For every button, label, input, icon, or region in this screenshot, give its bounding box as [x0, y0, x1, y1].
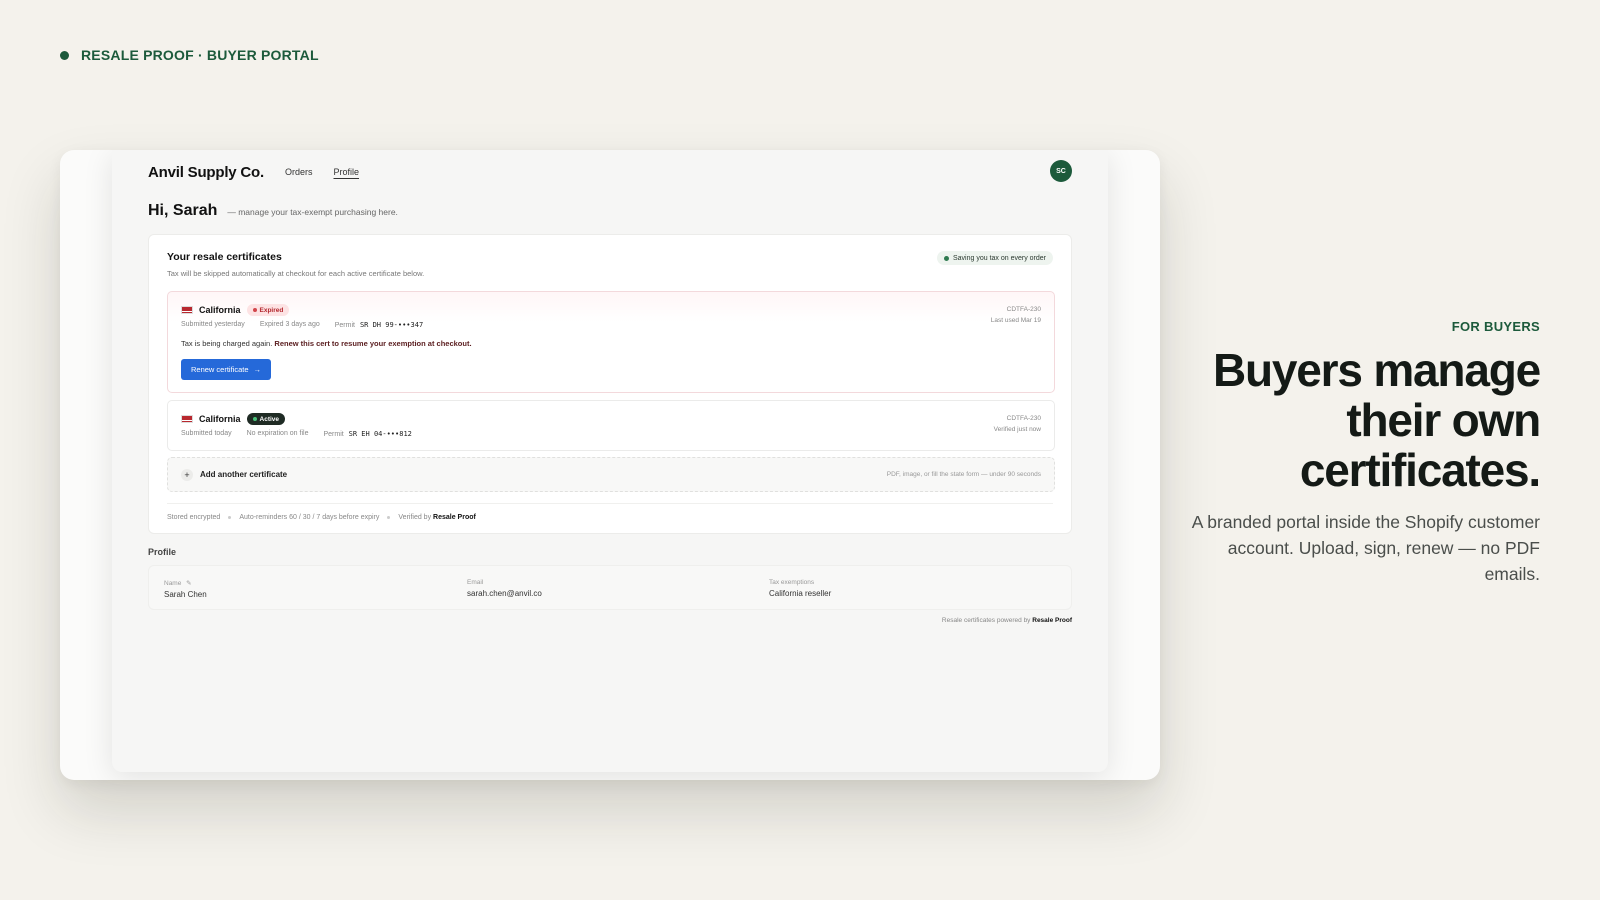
- certificate-permit: Permit SR DH 99-•••347: [335, 321, 423, 329]
- greeting-subtitle: — manage your tax-exempt purchasing here…: [227, 207, 398, 217]
- profile-field-email: Email sarah.chen@anvil.co: [467, 579, 542, 598]
- pencil-icon[interactable]: ✎: [186, 580, 191, 587]
- profile-field-value: Sarah Chen: [164, 590, 207, 599]
- portal-screen: Anvil Supply Co. Orders Profile SC Hi, S…: [112, 150, 1108, 772]
- greeting: Hi, Sarah — manage your tax-exempt purch…: [148, 202, 398, 220]
- saving-badge: Saving you tax on every order: [937, 251, 1053, 265]
- description: A branded portal inside the Shopify cust…: [1191, 512, 1540, 584]
- eyebrow-label: FOR BUYERS: [1451, 319, 1540, 334]
- stored-encrypted: Stored encrypted: [167, 514, 221, 521]
- brand-label: RESALE PROOF · BUYER PORTAL: [81, 47, 319, 63]
- mockup-frame: Anvil Supply Co. Orders Profile SC Hi, S…: [60, 150, 1160, 780]
- profile-field-value: sarah.chen@anvil.co: [467, 589, 542, 598]
- status-dot-icon: [252, 417, 257, 421]
- california-flag-icon: [181, 306, 193, 314]
- certificates-title: Your resale certificates: [167, 251, 282, 263]
- greeting-title: Hi, Sarah: [148, 202, 218, 219]
- arrow-right-icon: →: [253, 365, 262, 374]
- status-badge-label: Active: [259, 415, 280, 423]
- certificate-permit: Permit SR EH 04-•••812: [323, 430, 411, 438]
- permit-label: Permit: [334, 322, 355, 329]
- avatar[interactable]: SC: [1050, 160, 1072, 182]
- california-flag-icon: [181, 415, 193, 423]
- nav-profile[interactable]: Profile: [334, 167, 360, 177]
- certificate-item-active[interactable]: California Active Submitted today No exp…: [167, 400, 1055, 451]
- verified-brand[interactable]: Resale Proof: [433, 514, 476, 521]
- powered-brand[interactable]: Resale Proof: [1032, 617, 1072, 624]
- plus-icon: +: [181, 469, 193, 481]
- permit-number: SR DH 99-•••347: [359, 321, 424, 329]
- certificate-meta-right: CDTFA-230 Last used Mar 19: [991, 304, 1041, 326]
- expired-warning: Tax is being charged again. Renew this c…: [181, 339, 472, 348]
- renew-certificate-button[interactable]: Renew certificate →: [181, 359, 272, 380]
- certificates-subtitle: Tax will be skipped automatically at che…: [167, 269, 425, 278]
- permit-label: Permit: [323, 431, 344, 438]
- warning-bold: Renew this cert to resume your exemption…: [274, 339, 472, 348]
- profile-field-tax-exemptions: Tax exemptions California reseller: [769, 579, 831, 598]
- add-certificate-hint: PDF, image, or fill the state form — und…: [886, 471, 1041, 478]
- powered-prefix: Resale certificates powered by: [941, 617, 1031, 624]
- profile-field-key: Email: [467, 579, 484, 586]
- store-name[interactable]: Anvil Supply Co.: [148, 164, 264, 181]
- permit-number: SR EH 04-•••812: [348, 430, 412, 438]
- verified-prefix: Verified by: [398, 514, 432, 521]
- headline: Buyers manage their own certificates.: [1213, 344, 1541, 496]
- certificate-expiry: No expiration on file: [246, 430, 309, 437]
- status-badge-expired: Expired: [246, 304, 290, 316]
- form-code: CDTFA-230: [1006, 415, 1041, 422]
- certificate-state: California: [199, 305, 241, 315]
- certificate-state: California: [199, 414, 241, 424]
- brand-dot-icon: [60, 50, 69, 60]
- separator-dot-icon: [387, 516, 391, 519]
- usage-text: Last used Mar 19: [990, 317, 1041, 324]
- add-certificate-label: Add another certificate: [200, 470, 288, 479]
- form-code: CDTFA-230: [1006, 306, 1041, 313]
- profile-heading: Profile: [148, 547, 177, 557]
- top-nav: Anvil Supply Co. Orders Profile SC: [148, 160, 1072, 184]
- certificate-submitted: Submitted yesterday: [181, 321, 245, 328]
- brand-tag: RESALE PROOF · BUYER PORTAL: [60, 47, 319, 63]
- powered-by: Resale certificates powered by Resale Pr…: [942, 617, 1072, 624]
- status-badge-label: Expired: [259, 306, 284, 314]
- renew-button-label: Renew certificate: [191, 365, 249, 374]
- warning-text: Tax is being charged again.: [181, 339, 273, 348]
- profile-field-key: Tax exemptions: [769, 579, 815, 586]
- separator-dot-icon: [228, 516, 232, 519]
- saving-badge-label: Saving you tax on every order: [953, 254, 1046, 262]
- profile-field-value: California reseller: [769, 589, 832, 598]
- certificates-footer: Stored encrypted Auto-reminders 60 / 30 …: [167, 503, 1053, 521]
- status-dot-icon: [252, 308, 257, 312]
- saving-dot-icon: [944, 255, 949, 261]
- certificate-item-expired[interactable]: California Expired Submitted yesterday E…: [167, 291, 1055, 393]
- profile-field-name[interactable]: Name ✎ Sarah Chen: [164, 579, 207, 599]
- certificate-expiry: Expired 3 days ago: [259, 321, 320, 328]
- auto-reminders: Auto-reminders 60 / 30 / 7 days before e…: [239, 514, 380, 521]
- add-certificate-button[interactable]: + Add another certificate PDF, image, or…: [167, 457, 1055, 492]
- certificates-card: Your resale certificates Tax will be ski…: [148, 234, 1072, 534]
- nav-orders[interactable]: Orders: [285, 167, 313, 177]
- verified-by: Verified by Resale Proof: [398, 514, 475, 521]
- certificate-submitted: Submitted today: [181, 430, 232, 437]
- profile-field-key: Name: [164, 580, 182, 587]
- certificate-meta-right: CDTFA-230 Verified just now: [994, 413, 1041, 435]
- profile-card: Name ✎ Sarah Chen Email sarah.chen@anvil…: [148, 565, 1072, 610]
- status-badge-active: Active: [246, 413, 286, 425]
- usage-text: Verified just now: [993, 426, 1041, 433]
